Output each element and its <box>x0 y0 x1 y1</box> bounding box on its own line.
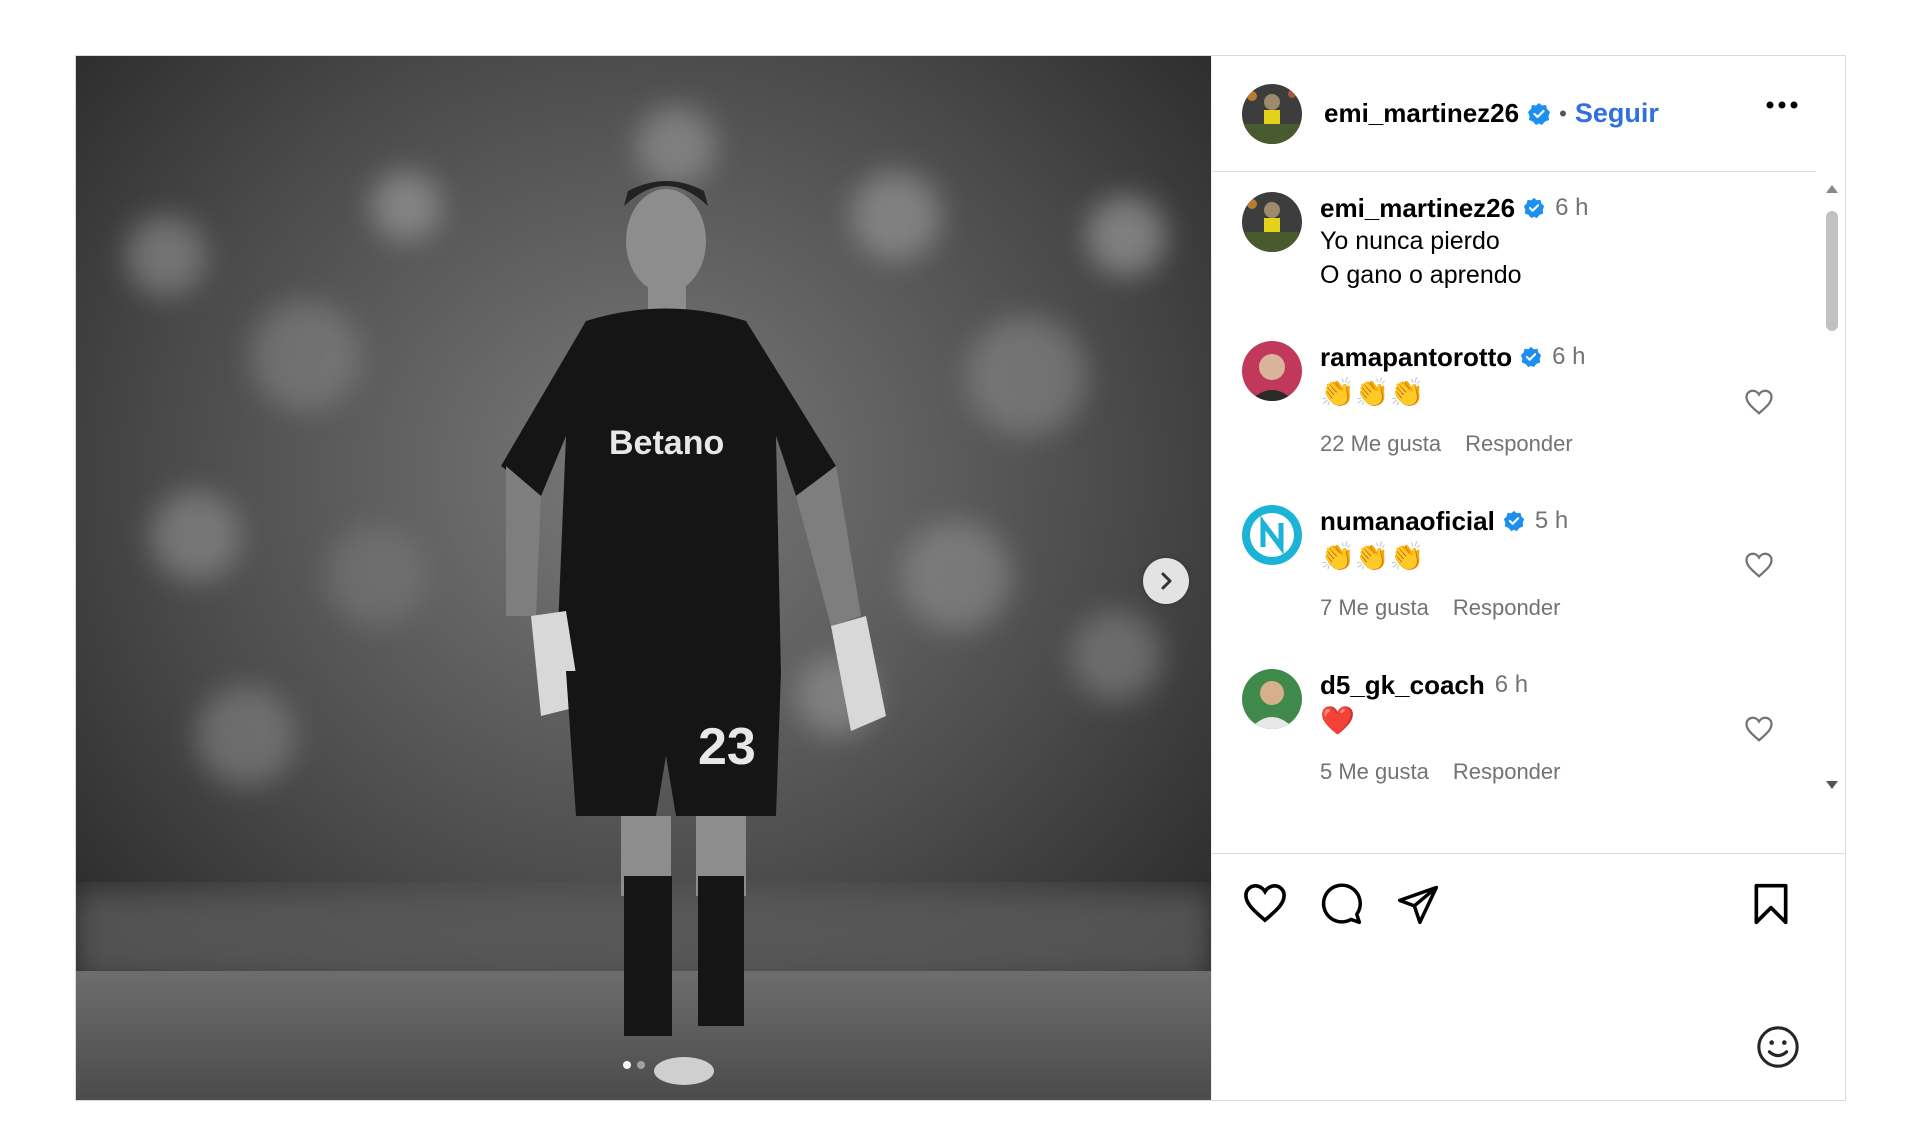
author-username[interactable]: emi_martinez26 <box>1324 98 1519 129</box>
header-separator: • <box>1559 100 1567 126</box>
chevron-right-icon <box>1161 572 1172 590</box>
caption-row: emi_martinez26 6 h Yo nunca pierdo O gan… <box>1242 192 1588 292</box>
reply-button[interactable]: Responder <box>1453 595 1561 621</box>
verified-badge-icon <box>1521 346 1542 368</box>
comment-time[interactable]: 6 h <box>1495 669 1528 701</box>
comment-likes[interactable]: 22 Me gusta <box>1320 431 1441 457</box>
comment-username[interactable]: ramapantorotto <box>1320 341 1512 373</box>
scroll-down-arrow-icon[interactable] <box>1826 781 1838 791</box>
heart-icon[interactable] <box>1744 551 1774 579</box>
heart-icon[interactable] <box>1744 388 1774 416</box>
caption-line: Yo nunca pierdo <box>1320 227 1500 255</box>
follow-button[interactable]: Seguir <box>1575 98 1659 129</box>
caption-avatar[interactable] <box>1242 192 1302 252</box>
verified-badge-icon <box>1524 197 1545 219</box>
caption-username[interactable]: emi_martinez26 <box>1320 192 1515 224</box>
comment-text: ❤️ <box>1320 705 1355 736</box>
carousel-dot <box>637 1061 645 1069</box>
share-icon[interactable] <box>1396 882 1440 926</box>
instagram-post: Betano 23 emi_martinez26 • Seguir emi_ma… <box>75 55 1846 1101</box>
caption-line: O gano o aprendo <box>1320 261 1522 289</box>
post-side-panel: emi_martinez26 • Seguir emi_martinez26 6… <box>1211 56 1846 1100</box>
comments-scrollbar[interactable] <box>1822 183 1840 793</box>
comment-text: 👏👏👏 <box>1320 541 1425 572</box>
comment-icon[interactable] <box>1319 882 1363 926</box>
comment-text: 👏👏👏 <box>1320 377 1425 408</box>
caption-time[interactable]: 6 h <box>1555 192 1588 224</box>
commenter-avatar[interactable] <box>1242 341 1302 401</box>
comment-item: d5_gk_coach 6 h ❤️ 5 Me gusta Responder <box>1242 669 1560 785</box>
bookmark-icon[interactable] <box>1752 882 1790 926</box>
post-header: emi_martinez26 • Seguir <box>1212 56 1816 172</box>
photo-sponsor-text: Betano <box>609 424 724 462</box>
author-avatar[interactable] <box>1242 83 1302 144</box>
post-photo: Betano 23 <box>76 56 1211 1100</box>
verified-badge-icon <box>1528 102 1551 125</box>
carousel-dot-active <box>623 1061 631 1069</box>
scroll-up-arrow-icon[interactable] <box>1826 183 1838 193</box>
photo-shirt-number: 23 <box>698 718 756 776</box>
comment-likes[interactable]: 5 Me gusta <box>1320 759 1429 785</box>
comment-time[interactable]: 6 h <box>1552 341 1585 373</box>
heart-icon[interactable] <box>1744 715 1774 743</box>
scroll-thumb[interactable] <box>1826 211 1838 331</box>
commenter-avatar[interactable] <box>1242 669 1302 729</box>
comment-username[interactable]: d5_gk_coach <box>1320 669 1485 701</box>
comment-item: ramapantorotto 6 h 👏👏👏 22 Me gusta Respo… <box>1242 341 1586 457</box>
commenter-avatar[interactable] <box>1242 505 1302 565</box>
verified-badge-icon <box>1503 510 1524 532</box>
heart-icon[interactable] <box>1242 882 1288 924</box>
next-image-button[interactable] <box>1143 558 1189 604</box>
carousel-indicator <box>623 1061 645 1069</box>
comments-list[interactable]: emi_martinez26 6 h Yo nunca pierdo O gan… <box>1212 173 1816 853</box>
post-actions <box>1212 853 1846 928</box>
reply-button[interactable]: Responder <box>1465 431 1573 457</box>
comment-time[interactable]: 5 h <box>1535 505 1568 537</box>
emoji-icon[interactable] <box>1755 1024 1801 1070</box>
more-options-icon[interactable] <box>1766 100 1798 110</box>
post-media[interactable]: Betano 23 <box>76 56 1211 1100</box>
comment-likes[interactable]: 7 Me gusta <box>1320 595 1429 621</box>
comment-username[interactable]: numanaoficial <box>1320 505 1495 537</box>
comment-item: numanaoficial 5 h 👏👏👏 7 Me gusta Respond… <box>1242 505 1568 621</box>
reply-button[interactable]: Responder <box>1453 759 1561 785</box>
